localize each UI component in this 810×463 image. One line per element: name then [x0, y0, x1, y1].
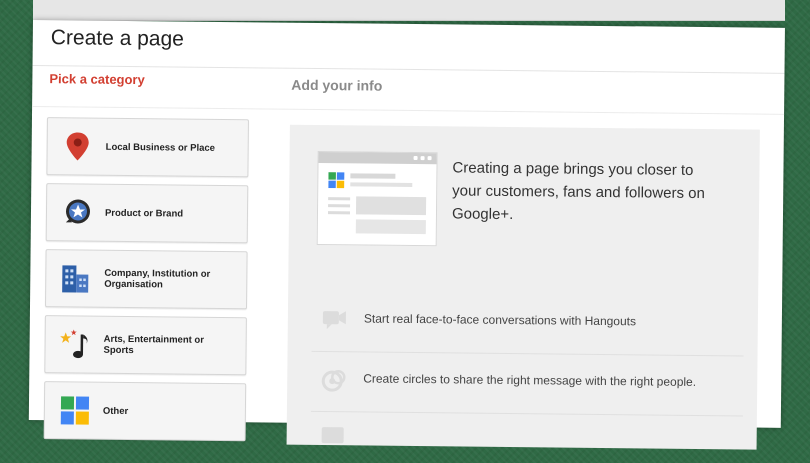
tabs-divider — [32, 105, 785, 115]
category-label: Local Business or Place — [105, 141, 216, 154]
circles-icon — [319, 365, 349, 395]
info-panel: Creating a page brings you closer to you… — [286, 124, 760, 450]
music-note-icon — [59, 328, 91, 360]
category-label: Product or Brand — [104, 207, 184, 220]
map-pin-icon — [62, 130, 94, 162]
create-page-panel: Create a page Pick a category Add your i… — [28, 20, 785, 450]
hangouts-icon — [320, 305, 350, 335]
feature-item-hangouts: Start real face-to-face conversations wi… — [320, 305, 740, 330]
feature-item-partial — [319, 423, 739, 444]
category-label: Other — [102, 405, 129, 417]
title-divider — [32, 64, 785, 74]
feature-icon — [318, 423, 348, 453]
feature-divider — [311, 350, 744, 357]
tab-pick-category[interactable]: Pick a category — [49, 71, 145, 87]
category-label: Company, Institution or Organisation — [104, 267, 211, 291]
category-local-business[interactable]: Local Business or Place — [46, 117, 249, 178]
category-product-brand[interactable]: Product or Brand — [45, 183, 249, 244]
category-company-institution[interactable]: Company, Institution or Organisation — [44, 249, 248, 310]
feature-divider — [310, 410, 743, 417]
page-preview-illustration — [316, 150, 438, 247]
category-arts-entertainment[interactable]: Arts, Entertainment or Sports — [44, 315, 247, 376]
info-headline: Creating a page brings you closer to you… — [451, 159, 705, 224]
window-top-bar — [33, 0, 785, 21]
category-other[interactable]: Other — [43, 381, 247, 442]
feature-text: Create circles to share the right messag… — [363, 371, 697, 389]
feature-text: Start real face-to-face conversations wi… — [363, 311, 637, 329]
star-badge-icon — [61, 196, 93, 228]
tab-add-info[interactable]: Add your info — [291, 77, 382, 94]
feature-item-circles: Create circles to share the right messag… — [319, 365, 739, 392]
grid-squares-icon — [59, 394, 91, 426]
category-label: Arts, Entertainment or Sports — [103, 333, 205, 357]
page-title: Create a page — [50, 26, 185, 51]
building-icon — [60, 262, 92, 294]
